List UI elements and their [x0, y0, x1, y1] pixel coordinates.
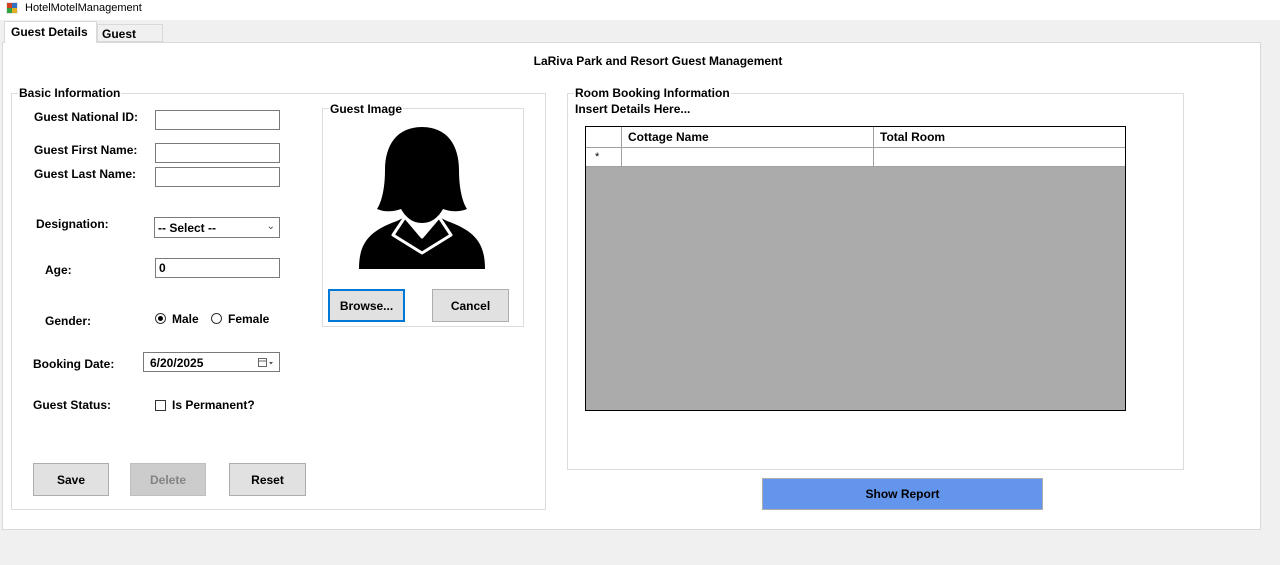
table-row[interactable]: *	[586, 148, 1125, 167]
page-title: LaRiva Park and Resort Guest Management	[533, 54, 783, 68]
column-separator	[873, 148, 874, 166]
column-separator	[873, 127, 874, 147]
room-booking-legend: Room Booking Information	[574, 86, 731, 100]
column-header-cottage-name[interactable]: Cottage Name	[628, 130, 709, 144]
booking-date-picker[interactable]: 6/20/2025	[143, 352, 280, 372]
calendar-dropdown-icon[interactable]	[258, 357, 274, 368]
female-avatar-icon	[359, 127, 485, 269]
age-field[interactable]: 0	[155, 258, 280, 278]
gender-label: Gender:	[45, 314, 92, 328]
column-separator	[621, 148, 622, 166]
tab-guest-details[interactable]: Guest Details	[4, 21, 97, 43]
is-permanent-checkbox[interactable]	[155, 400, 166, 411]
designation-selected-value: -- Select --	[158, 221, 217, 235]
basic-information-legend: Basic Information	[18, 86, 122, 100]
national-id-label: Guest National ID:	[34, 110, 139, 124]
gender-male-label[interactable]: Male	[172, 312, 199, 326]
gender-female-label[interactable]: Female	[228, 312, 269, 326]
last-name-field[interactable]	[155, 167, 280, 187]
age-label: Age:	[45, 263, 72, 277]
column-separator	[621, 127, 622, 147]
room-booking-grid[interactable]: Cottage Name Total Room *	[585, 126, 1126, 411]
new-row-marker: *	[595, 151, 600, 163]
title-bar: HotelMotelManagement	[0, 0, 1280, 20]
last-name-label: Guest Last Name:	[34, 167, 137, 181]
room-booking-subtitle: Insert Details Here...	[575, 102, 691, 116]
national-id-field[interactable]	[155, 110, 280, 130]
tab-guest-list[interactable]: Guest List	[97, 24, 163, 55]
save-button[interactable]: Save	[33, 463, 109, 496]
reset-button[interactable]: Reset	[229, 463, 306, 496]
app-window-icon	[6, 2, 18, 14]
column-header-total-room[interactable]: Total Room	[880, 130, 945, 144]
show-report-button[interactable]: Show Report	[762, 478, 1043, 510]
first-name-field[interactable]	[155, 143, 280, 163]
gender-male-radio[interactable]	[155, 313, 166, 324]
booking-date-value: 6/20/2025	[150, 356, 204, 370]
designation-label: Designation:	[36, 217, 109, 231]
delete-button[interactable]: Delete	[130, 463, 206, 496]
designation-select[interactable]: -- Select -- ⌄	[154, 217, 280, 238]
is-permanent-label[interactable]: Is Permanent?	[172, 398, 255, 412]
grid-header: Cottage Name Total Room	[586, 127, 1125, 148]
chevron-down-icon: ⌄	[266, 221, 275, 232]
guest-image-legend: Guest Image	[329, 102, 404, 116]
browse-button[interactable]: Browse...	[328, 289, 405, 322]
booking-date-label: Booking Date:	[33, 357, 115, 371]
cancel-button[interactable]: Cancel	[432, 289, 509, 322]
first-name-label: Guest First Name:	[34, 143, 138, 157]
gender-female-radio[interactable]	[211, 313, 222, 324]
window-title: HotelMotelManagement	[25, 2, 142, 14]
guest-status-label: Guest Status:	[33, 398, 112, 412]
